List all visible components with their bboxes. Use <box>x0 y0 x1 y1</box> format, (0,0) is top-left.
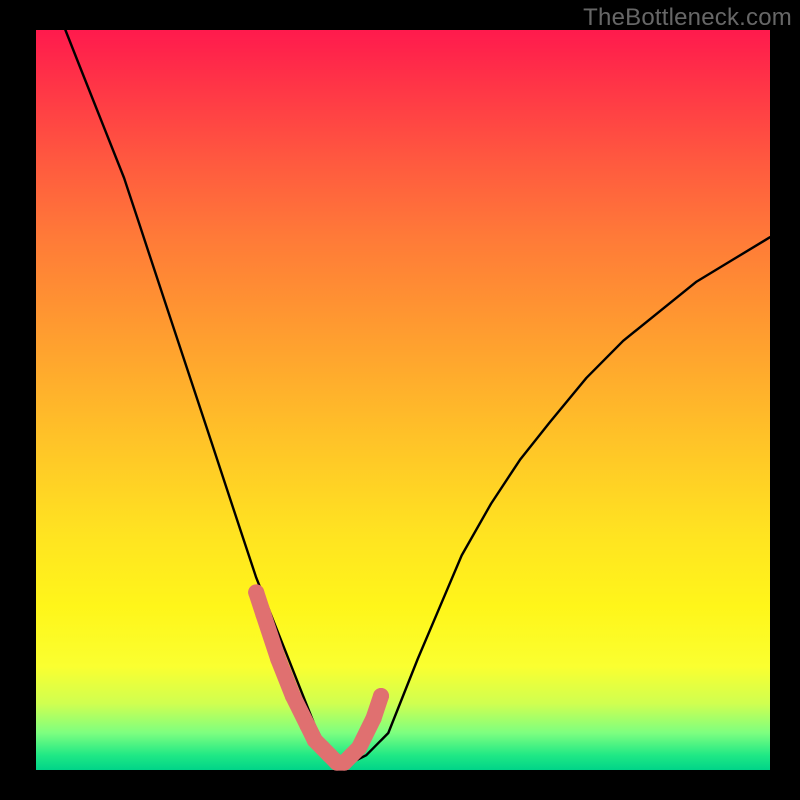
plot-area <box>36 30 770 770</box>
bottleneck-curve <box>65 30 770 763</box>
chart-frame: TheBottleneck.com <box>0 0 800 800</box>
valley-marker <box>256 607 272 623</box>
valley-marker <box>270 651 286 667</box>
valley-marker <box>351 740 367 756</box>
valley-marker <box>300 718 316 734</box>
watermark-text: TheBottleneck.com <box>583 4 792 32</box>
valley-marker <box>373 688 389 704</box>
valley-marker <box>366 710 382 726</box>
curve-svg <box>36 30 770 770</box>
valley-marker <box>248 584 264 600</box>
valley-marker <box>285 688 301 704</box>
